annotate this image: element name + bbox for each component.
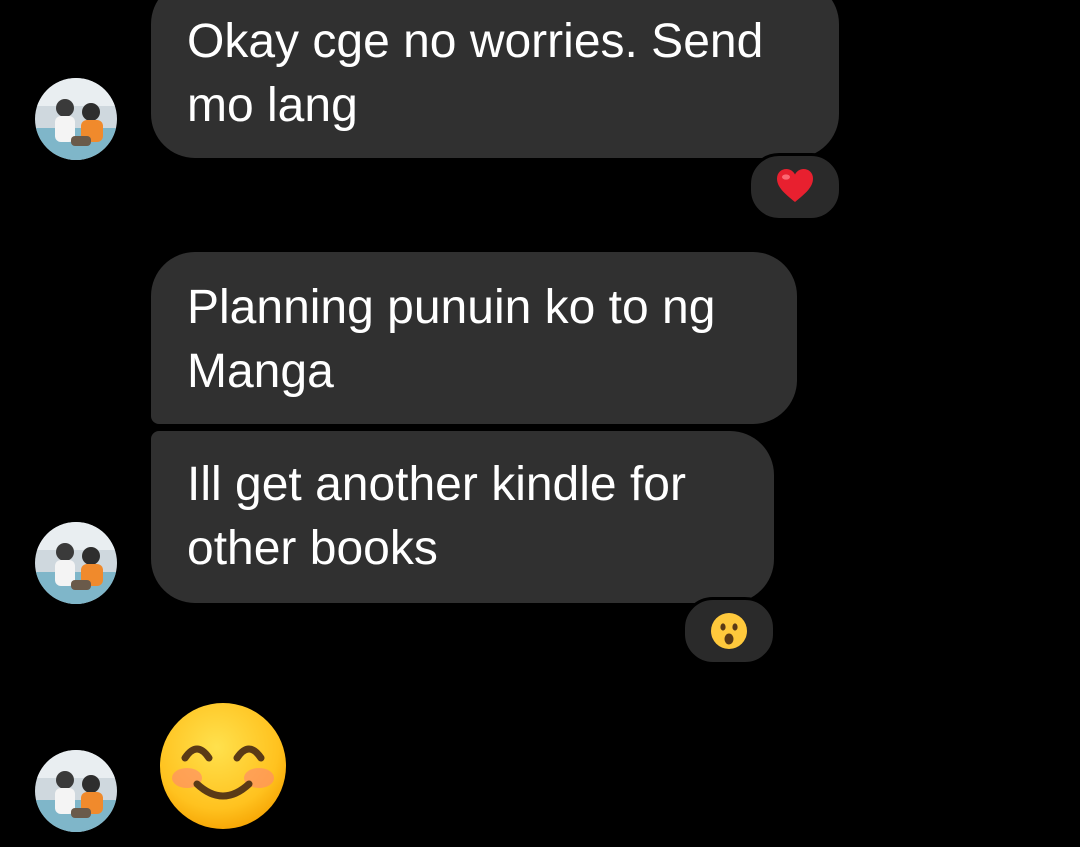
astonished-face-icon (711, 613, 747, 649)
contact-avatar[interactable] (35, 522, 117, 604)
message-text: Planning punuin ko to ng Manga (187, 281, 716, 398)
message-text: Okay cge no worries. Send mo lang (187, 15, 764, 132)
chat-thread: Okay cge no worries. Send mo lang Planni… (0, 0, 1080, 847)
message-reaction[interactable] (748, 153, 842, 221)
message-bubble[interactable]: Ill get another kindle for other books (151, 431, 774, 603)
message-bubble[interactable]: Planning punuin ko to ng Manga (151, 252, 797, 424)
message-bubble[interactable]: Okay cge no worries. Send mo lang (151, 0, 839, 158)
message-reaction[interactable] (682, 597, 776, 665)
contact-avatar[interactable] (35, 78, 117, 160)
smiling-face-with-smiling-eyes-icon (160, 703, 286, 829)
contact-avatar[interactable] (35, 750, 117, 832)
red-heart-icon (777, 169, 813, 202)
message-text: Ill get another kindle for other books (187, 458, 686, 575)
emoji-message[interactable] (157, 700, 289, 837)
